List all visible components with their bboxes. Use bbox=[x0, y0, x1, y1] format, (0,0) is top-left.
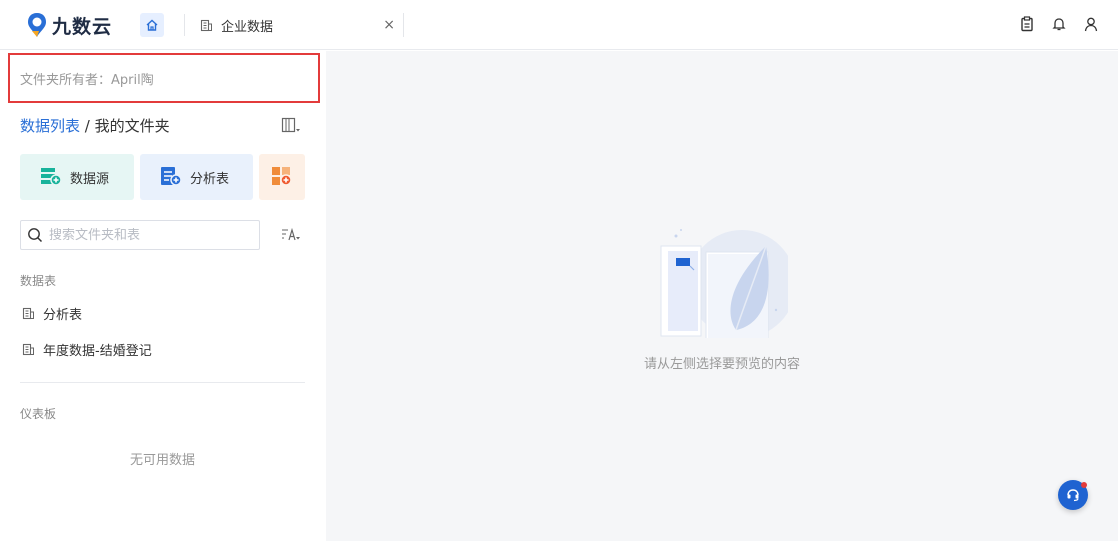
list-item[interactable]: 分析表 bbox=[22, 303, 82, 323]
add-analysis-table-label: 分析表 bbox=[190, 171, 230, 187]
logo-text: 九数云 bbox=[52, 15, 113, 38]
breadcrumb-current: 我的文件夹 bbox=[94, 117, 170, 135]
empty-illustration bbox=[660, 229, 788, 338]
add-dashboard-button[interactable] bbox=[259, 154, 305, 200]
user-icon[interactable] bbox=[1084, 16, 1098, 32]
header-actions bbox=[1020, 16, 1098, 32]
tab-enterprise-data[interactable]: 企业数据 × bbox=[200, 13, 404, 37]
dashboard-add-icon bbox=[272, 167, 292, 186]
home-icon bbox=[146, 19, 158, 31]
clipboard-icon[interactable] bbox=[1020, 16, 1034, 32]
search-box bbox=[20, 220, 260, 250]
analysis-table-add-icon bbox=[161, 167, 182, 186]
bell-icon[interactable] bbox=[1052, 16, 1066, 32]
section-divider bbox=[20, 382, 305, 383]
logo[interactable]: 九数云 bbox=[26, 12, 112, 38]
top-bar: 九数云 企业数据 × bbox=[0, 0, 1118, 50]
section-title-tables: 数据表 bbox=[20, 274, 57, 288]
preview-area: 请从左侧选择要预览的内容 bbox=[326, 51, 1118, 541]
tab-divider bbox=[184, 14, 185, 36]
sidebar: 文件夹所有者：April陶 数据列表 / 我的文件夹 数据源 分析表 数据表 bbox=[0, 51, 325, 541]
section-title-dashboards: 仪表板 bbox=[20, 407, 57, 421]
breadcrumb-root[interactable]: 数据列表 bbox=[20, 117, 80, 135]
search-icon bbox=[28, 228, 43, 243]
list-item[interactable]: 年度数据-结婚登记 bbox=[22, 339, 152, 359]
add-datasource-button[interactable]: 数据源 bbox=[20, 154, 134, 200]
dashboards-empty-text: 无可用数据 bbox=[129, 453, 195, 468]
add-analysis-table-button[interactable]: 分析表 bbox=[140, 154, 253, 200]
building-icon bbox=[22, 343, 34, 355]
breadcrumb: 数据列表 / 我的文件夹 bbox=[20, 115, 170, 136]
folder-owner-label: 文件夹所有者：April陶 bbox=[20, 72, 154, 88]
list-item-label: 年度数据-结婚登记 bbox=[43, 343, 152, 359]
folder-owner-box: 文件夹所有者：April陶 bbox=[8, 53, 320, 103]
building-icon bbox=[200, 19, 212, 31]
tab-label: 企业数据 bbox=[221, 19, 274, 35]
list-item-label: 分析表 bbox=[43, 307, 83, 323]
chat-icon bbox=[1067, 489, 1079, 502]
sort-icon[interactable] bbox=[281, 227, 303, 247]
home-button[interactable] bbox=[140, 13, 164, 37]
add-datasource-label: 数据源 bbox=[70, 171, 110, 187]
search-input[interactable] bbox=[49, 227, 249, 243]
notification-dot bbox=[1081, 482, 1087, 488]
empty-hint-text: 请从左侧选择要预览的内容 bbox=[643, 357, 800, 372]
layout-toggle-icon[interactable] bbox=[281, 117, 301, 139]
building-icon bbox=[22, 307, 34, 319]
logo-icon bbox=[28, 13, 46, 37]
breadcrumb-separator: / bbox=[80, 117, 95, 135]
tab-close-button[interactable]: × bbox=[383, 17, 395, 33]
datasource-add-icon bbox=[41, 168, 62, 186]
